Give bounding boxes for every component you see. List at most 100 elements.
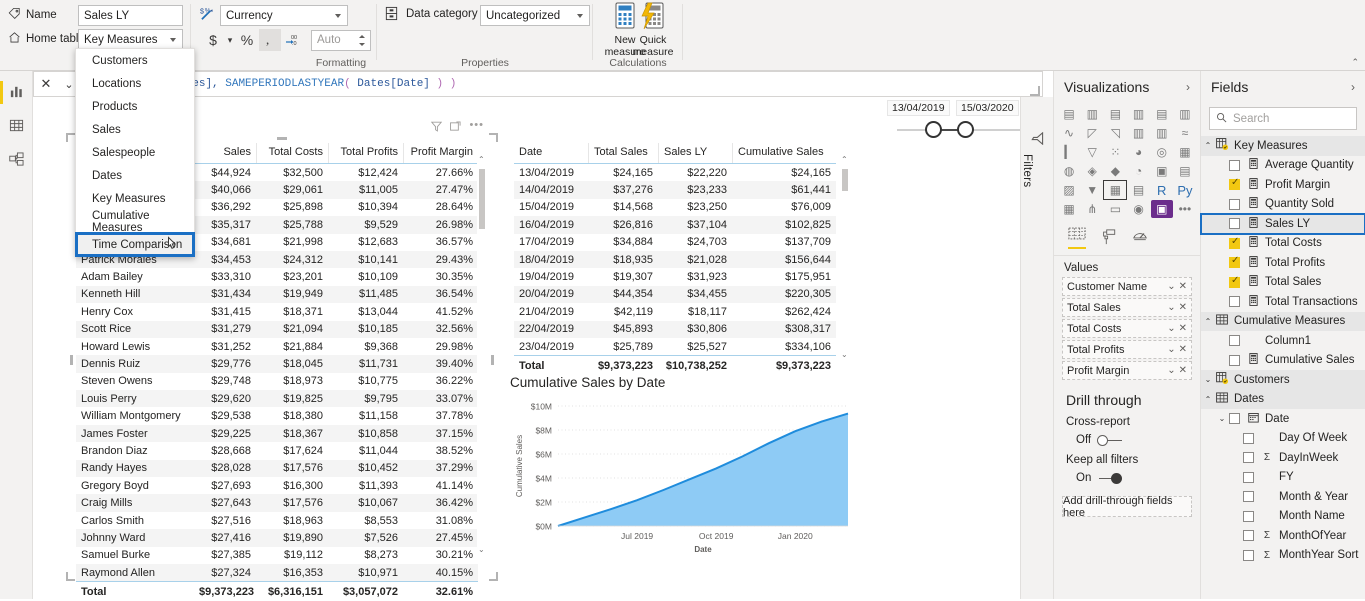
fields-tree[interactable]: ⌃ Key Measures Average Quantity Profit Marg… [1200, 136, 1365, 566]
remove-field-icon[interactable]: ✕ [1179, 323, 1187, 334]
cross-report-toggle[interactable] [1097, 434, 1123, 446]
field-checkbox[interactable] [1229, 335, 1240, 347]
card-icon[interactable]: ▣ [1151, 162, 1173, 180]
scroll-thumb[interactable] [841, 169, 848, 191]
field-checkbox[interactable] [1243, 530, 1254, 542]
sidebar-item-model-view[interactable] [5, 149, 28, 172]
fields-table-row[interactable]: ⌃ Dates [1201, 389, 1365, 409]
values-well-item[interactable]: Total Profits ⌄ ✕ [1062, 340, 1192, 359]
home-table-option[interactable]: Products [76, 95, 194, 118]
currency-format-button[interactable]: $ [202, 29, 224, 51]
table-row[interactable]: Brandon Diaz $28,668 $17,624 $11,044 38.52% [76, 442, 478, 459]
table-row[interactable]: 23/04/2019 $25,789 $25,527 $334,106 [514, 338, 836, 355]
column-header[interactable]: Total Costs [256, 143, 328, 163]
cross-report-toggle-row[interactable]: Off [1054, 432, 1200, 452]
fields-field-row[interactable]: Profit Margin [1201, 175, 1365, 195]
chevron-down-icon[interactable]: ⌄ [1167, 323, 1175, 334]
qna-icon[interactable]: ▭ [1104, 200, 1126, 218]
visual-resize-grip-top[interactable] [277, 137, 287, 140]
field-checkbox[interactable] [1243, 491, 1254, 503]
field-checkbox[interactable] [1229, 177, 1240, 191]
scroll-up-icon[interactable]: ⌃ [841, 155, 848, 164]
funnel-icon[interactable]: ▽ [1081, 143, 1103, 161]
matrix-icon[interactable]: ▤ [1127, 181, 1149, 199]
fields-field-row[interactable]: Σ MonthOfYear [1201, 526, 1365, 546]
fields-field-row[interactable]: Month Name [1201, 507, 1365, 527]
table-row[interactable]: 15/04/2019 $14,568 $23,250 $76,009 [514, 199, 836, 216]
table-row[interactable]: 14/04/2019 $37,276 $23,233 $61,441 [514, 181, 836, 199]
percent-format-button[interactable]: % [236, 29, 258, 51]
format-type-select[interactable]: Currency [220, 5, 348, 26]
100-stacked-column-chart-icon[interactable]: ▥ [1174, 105, 1196, 123]
table-row[interactable]: Dennis Ruiz $29,776 $18,045 $11,731 39.40% [76, 355, 478, 373]
filter-icon[interactable] [431, 121, 443, 135]
values-well-item[interactable]: Customer Name ⌄ ✕ [1062, 277, 1192, 296]
fields-field-row[interactable]: FY [1201, 468, 1365, 488]
table-row[interactable]: 19/04/2019 $19,307 $31,923 $175,951 [514, 268, 836, 285]
chevron-up-icon[interactable]: ⌄ [1215, 414, 1229, 423]
field-checkbox[interactable] [1229, 413, 1240, 425]
field-checkbox[interactable] [1229, 354, 1240, 366]
home-table-option[interactable]: Cumulative Measures [76, 210, 194, 234]
visual-resize-grip-right[interactable] [491, 355, 494, 365]
values-well-item[interactable]: Total Sales ⌄ ✕ [1062, 298, 1192, 317]
measure-name-input[interactable]: Sales LY [78, 5, 183, 26]
fields-table-row[interactable]: ⌃ Cumulative Measures [1201, 311, 1365, 331]
home-table-option[interactable]: Dates [76, 164, 194, 187]
formula-bar-resize-grip[interactable] [1030, 86, 1040, 96]
slicer-icon[interactable]: ▼ [1081, 181, 1103, 199]
chevron-down-icon[interactable]: ⌄ [1167, 344, 1175, 355]
field-checkbox[interactable] [1229, 275, 1240, 288]
table-icon[interactable]: ▦ [1103, 180, 1128, 200]
table-row[interactable]: Johnny Ward $27,416 $19,890 $7,526 27.45% [76, 529, 478, 547]
stacked-bar-chart-icon[interactable]: ▤ [1058, 105, 1080, 123]
fields-field-row[interactable]: Month & Year [1201, 487, 1365, 507]
field-checkbox[interactable] [1229, 236, 1240, 249]
fields-field-row[interactable]: Σ MonthYear Sort [1201, 546, 1365, 566]
scroll-down-icon[interactable]: ⌄ [478, 545, 485, 554]
chevron-down-icon[interactable]: ⌄ [1167, 365, 1175, 376]
fields-table-row[interactable]: ⌃ Key Measures [1201, 136, 1365, 156]
stacked-area-chart-icon[interactable]: ◹ [1104, 124, 1126, 142]
table-row[interactable]: 22/04/2019 $45,893 $30,806 $308,317 [514, 320, 836, 338]
column-header[interactable]: Total Profits [328, 143, 403, 163]
table-row[interactable]: 20/04/2019 $44,354 $34,455 $220,305 [514, 285, 836, 304]
scatter-chart-icon[interactable]: ⁙ [1104, 143, 1126, 161]
cumulative-sales-chart-visual[interactable]: Cumulative Sales by Date $0M $2M $4M $6M $8M… [510, 375, 855, 565]
remove-field-icon[interactable]: ✕ [1179, 344, 1187, 355]
table-row[interactable]: Carlos Smith $27,516 $18,963 $8,553 31.08% [76, 512, 478, 529]
column-header[interactable]: Date [514, 143, 588, 163]
stepper-up-icon[interactable] [359, 34, 365, 38]
remove-field-icon[interactable]: ✕ [1179, 302, 1187, 313]
home-table-option[interactable]: Salespeople [76, 141, 194, 164]
fields-tab-icon[interactable] [1068, 226, 1086, 249]
field-checkbox[interactable] [1243, 510, 1254, 522]
fields-field-row[interactable]: Total Sales [1201, 273, 1365, 293]
table-row[interactable]: Samuel Burke $27,385 $19,112 $8,273 30.21% [76, 547, 478, 564]
chevron-up-icon[interactable]: ⌃ [1201, 317, 1215, 326]
more-options-icon[interactable]: ••• [469, 120, 484, 135]
area-chart-icon[interactable]: ◸ [1081, 124, 1103, 142]
scroll-thumb[interactable] [478, 169, 485, 229]
shape-map-icon[interactable]: ◆ [1104, 162, 1126, 180]
table-row[interactable]: William Montgomery $29,538 $18,380 $11,158 3… [76, 407, 478, 424]
sidebar-item-report-view[interactable] [0, 81, 28, 104]
home-table-select[interactable]: Key Measures [78, 29, 183, 50]
slicer-handle-right[interactable] [957, 121, 974, 138]
values-well-item[interactable]: Profit Margin ⌄ ✕ [1062, 361, 1192, 380]
remove-field-icon[interactable]: ✕ [1179, 281, 1187, 292]
field-checkbox[interactable] [1243, 432, 1254, 444]
keep-all-filters-toggle[interactable] [1097, 472, 1123, 484]
line-chart-icon[interactable]: ∿ [1058, 124, 1080, 142]
line-clustered-column-icon[interactable]: ▥ [1151, 124, 1173, 142]
clustered-column-chart-icon[interactable]: ▥ [1127, 105, 1149, 123]
drill-through-dropzone[interactable]: Add drill-through fields here [1062, 495, 1192, 519]
table-row[interactable]: Henry Cox $31,415 $18,371 $13,044 41.52% [76, 303, 478, 320]
visual-resize-corner-br[interactable] [489, 572, 498, 581]
field-checkbox[interactable] [1229, 218, 1240, 230]
slicer-start-date[interactable]: 13/04/2019 [887, 100, 950, 116]
filters-pane-collapsed[interactable]: Filters [1020, 97, 1053, 599]
visual-type-gallery[interactable]: ▤ ▥ ▤ ▥ ▤ ▥ ∿ ◸ ◹ ▥ ▥ ≈ ▎ ▽ ⁙ ◕ ◎ ▦ ◍ ◈ ◆ ◔ ▣ ▤ ▨ ▼ ▦ ▤ R Py ▦ ⋔ ▭ ◉ ▣ ••• [1054, 103, 1200, 218]
waterfall-chart-icon[interactable]: ▎ [1058, 143, 1080, 161]
home-table-option[interactable]: Customers [76, 49, 194, 72]
